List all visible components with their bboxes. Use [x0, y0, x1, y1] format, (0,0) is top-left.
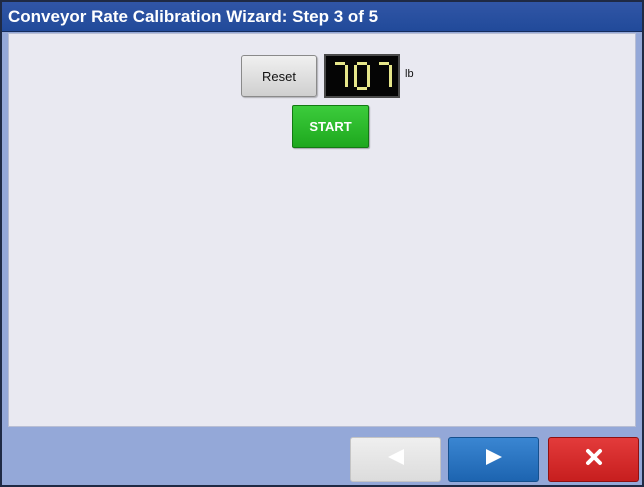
digit-segment: [389, 76, 392, 87]
digit-segment: [367, 76, 370, 87]
next-button[interactable]: [448, 437, 539, 482]
wizard-window: Conveyor Rate Calibration Wizard: Step 3…: [0, 0, 644, 487]
digit-segment: [335, 62, 345, 65]
digit-segment: [345, 76, 348, 87]
left-triangle-icon: [386, 448, 406, 471]
digit-segment: [354, 76, 357, 87]
counter-unit-label: lb: [405, 68, 414, 80]
digit-segment: [357, 62, 367, 65]
digit-segment: [389, 65, 392, 76]
digit-segment: [367, 65, 370, 76]
digit-segment: [357, 87, 367, 90]
start-button-label: START: [309, 119, 352, 134]
close-x-icon: [585, 448, 603, 471]
reset-button-label: Reset: [262, 68, 296, 84]
reset-button[interactable]: Reset: [241, 55, 317, 97]
cancel-button[interactable]: [548, 437, 639, 482]
back-button[interactable]: [350, 437, 441, 482]
window-title: Conveyor Rate Calibration Wizard: Step 3…: [2, 2, 642, 32]
right-triangle-icon: [484, 448, 504, 471]
weight-counter-display: 707: [324, 54, 400, 98]
seven-segment-readout: [335, 62, 392, 90]
start-button[interactable]: START: [292, 105, 369, 148]
digit-segment: [354, 65, 357, 76]
digit-segment: [345, 65, 348, 76]
wizard-content-panel: Reset 707 lb START: [8, 33, 636, 427]
digit-segment: [379, 62, 389, 65]
